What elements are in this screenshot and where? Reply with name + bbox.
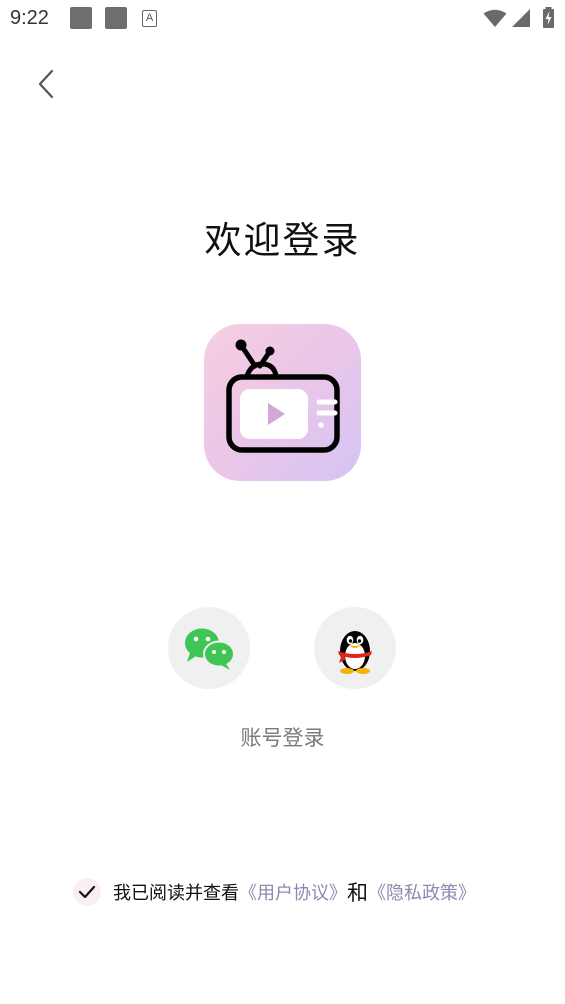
agreement-row: 我已阅读并查看 《用户协议》 和 《隐私政策》 [73,876,476,908]
agreement-prefix: 我已阅读并查看 [113,883,239,904]
tv-play-icon [226,339,340,453]
status-time: 9:22 [10,7,49,29]
wifi-icon [483,9,507,27]
wechat-icon [185,628,235,670]
cell-signal-icon [512,9,530,27]
notification-a-icon: A [142,10,157,27]
agree-checkbox[interactable] [73,878,101,906]
checkmark-icon [78,885,96,899]
wechat-login-button[interactable] [168,607,250,689]
battery-charging-icon [543,7,554,28]
back-button[interactable] [30,66,64,102]
login-page: 9:22 A 欢迎登录 账号登录 我已阅读并查看 《用户协议》 和 《隐私政策》 [0,0,565,1004]
qq-penguin-icon [338,631,372,674]
chevron-left-icon [38,69,54,99]
notification-square-icon [70,7,92,29]
agreement-conjunction: 和 [347,881,368,905]
page-title: 欢迎登录 [204,219,361,262]
qq-login-button[interactable] [314,607,396,689]
user-agreement-link[interactable]: 《用户协议》 [239,879,347,905]
privacy-policy-link[interactable]: 《隐私政策》 [368,879,476,905]
app-logo [204,324,361,481]
status-bar: 9:22 A [0,0,565,38]
account-login-link[interactable]: 账号登录 [0,722,565,752]
notification-square-icon [105,7,127,29]
